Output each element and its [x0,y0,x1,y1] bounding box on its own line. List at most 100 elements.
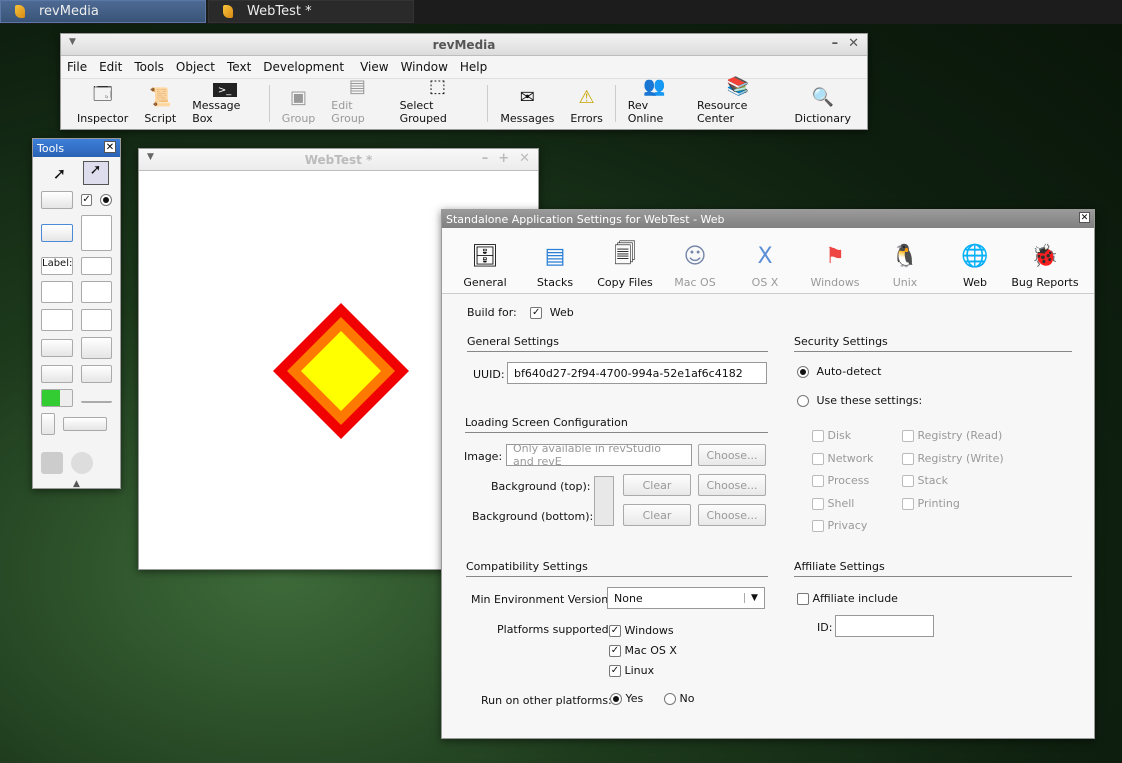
edit-group-button[interactable]: ▤ Edit Group [323,76,391,125]
security-option[interactable]: Stack [902,470,1004,493]
auto-detect-radio[interactable] [797,366,809,378]
menu-edit[interactable]: Edit [99,60,122,74]
checkbox-tool[interactable]: ✓ [80,194,93,206]
field-tool[interactable] [80,215,112,251]
close-icon[interactable]: ✕ [848,36,859,51]
use-these-settings-row[interactable]: Use these settings: [797,394,922,407]
scrolling-field-tool[interactable] [41,281,73,303]
browse-tool-icon[interactable]: ➚ [45,164,75,183]
radio-tool[interactable] [100,194,112,206]
tab-copy-files[interactable]: 🗐 Copy Files [590,232,660,289]
close-icon[interactable]: ✕ [1079,212,1090,223]
tab-mac-os[interactable]: ☺ Mac OS [660,232,730,290]
image-field[interactable]: Only available in revStudio and revE [506,442,692,468]
affiliate-id-label: ID: [817,621,833,634]
pointer-tool-icon[interactable]: ➚ [82,161,109,185]
task-webtest[interactable]: WebTest * [208,0,414,23]
affiliate-include-checkbox[interactable] [797,593,809,605]
default-button-tool[interactable] [41,224,73,242]
scrolling-list-tool[interactable] [80,309,112,331]
maximize-icon[interactable]: + [498,151,509,166]
task-revmedia[interactable]: revMedia [0,0,206,23]
menu-window[interactable]: Window [401,60,448,74]
message-box-button[interactable]: >_ Message Box [184,83,265,125]
button-tool[interactable] [41,191,73,209]
affiliate-id-field[interactable] [835,615,934,637]
run-yes-radio[interactable] [610,693,622,705]
window-menu-icon[interactable]: ▼ [69,37,76,47]
bg-bottom-label: Background (bottom): [472,510,594,523]
menu-object[interactable]: Object [176,60,215,74]
messages-button[interactable]: ✉ Messages [492,83,562,126]
menu-development[interactable]: Development [263,60,344,74]
security-option[interactable]: Registry (Read) [902,425,1004,448]
security-option[interactable]: Printing [902,493,1004,516]
menu-text[interactable]: Text [227,60,251,74]
tab-windows[interactable]: ⚑ Windows [800,232,870,290]
build-for-web-checkbox[interactable]: ✓ [530,307,543,319]
uuid-field[interactable]: bf640d27-2f94-4700-994a-52e1af6c4182 [507,362,767,384]
menu-tools[interactable]: Tools [134,60,164,74]
run-no-radio[interactable] [664,693,676,705]
run-no-row[interactable]: No [664,692,694,705]
security-option[interactable]: Shell [812,493,873,516]
menu-file[interactable]: File [67,60,87,74]
bg-bottom-choose-button[interactable]: Choose... [698,504,766,526]
progress-bar-tool[interactable] [41,389,73,407]
script-button[interactable]: 📜 Script [136,83,184,126]
dictionary-button[interactable]: 🔍 Dictionary [787,83,859,126]
minimize-icon[interactable]: – [832,36,839,51]
slider-tool[interactable] [80,393,112,403]
tab-unix[interactable]: 🐧 Unix [870,232,940,290]
platform-windows[interactable]: ✓ Windows [609,621,677,641]
security-option[interactable]: Registry (Write) [902,448,1004,471]
tab-os-x[interactable]: X OS X [730,232,800,290]
scrollbar-tool[interactable] [63,417,107,431]
bg-top-clear-button[interactable]: Clear [623,474,691,496]
rev-online-button[interactable]: 👥 Rev Online [620,76,689,125]
text-field-tool[interactable] [81,257,112,275]
little-arrows-tool[interactable] [41,413,55,435]
popup-menu-tool[interactable] [41,339,73,357]
combo-box-tool[interactable] [41,365,73,383]
menu-help[interactable]: Help [460,60,487,74]
player-tool-icon[interactable] [71,452,93,474]
label-tool[interactable]: Label: [41,257,74,275]
inspector-button[interactable]: 🗔 Inspector [69,83,136,125]
background-color-swatch[interactable] [594,476,614,526]
errors-button[interactable]: ⚠ Errors [562,83,611,126]
table-field-tool[interactable] [80,281,112,303]
platform-linux[interactable]: ✓ Linux [609,661,677,681]
platform-mac[interactable]: ✓ Mac OS X [609,641,677,661]
menu-view[interactable]: View [360,60,388,74]
auto-detect-row[interactable]: Auto-detect [797,365,881,378]
group-button[interactable]: ▣ Group [274,83,324,126]
security-option[interactable]: Process [812,470,873,493]
minimize-icon[interactable]: – [482,151,489,166]
resource-center-button[interactable]: 📚 Resource Center [689,76,787,125]
min-env-select[interactable]: None ▼ [607,587,765,609]
image-choose-button[interactable]: Choose... [698,444,766,466]
tab-panel-tool[interactable] [80,337,112,359]
tab-stacks[interactable]: ▤ Stacks [520,232,590,290]
security-option[interactable]: Privacy [812,515,873,538]
security-option[interactable]: Disk [812,425,873,448]
option-menu-tool[interactable] [80,365,112,383]
select-grouped-button[interactable]: ⬚ Select Grouped [392,76,484,125]
tab-bug-reports[interactable]: 🐞 Bug Reports [1010,232,1080,290]
close-icon[interactable]: ✕ [519,151,530,166]
penguin-icon: 🐧 [891,243,919,269]
run-yes-row[interactable]: Yes [610,692,643,705]
palette-expand-icon[interactable]: ▲ [33,479,120,489]
use-these-settings-radio[interactable] [797,395,809,407]
bg-bottom-clear-button[interactable]: Clear [623,504,691,526]
affiliate-include-row[interactable]: Affiliate include [797,592,898,605]
tab-general[interactable]: 🗄 General [450,232,520,290]
tab-web[interactable]: 🌐 Web [940,232,1010,290]
image-tool-icon[interactable] [41,452,63,474]
security-option[interactable]: Network [812,448,873,471]
close-icon[interactable]: ✕ [104,141,116,153]
bg-top-choose-button[interactable]: Choose... [698,474,766,496]
list-field-tool[interactable] [41,309,73,331]
window-menu-icon[interactable]: ▼ [147,152,154,162]
